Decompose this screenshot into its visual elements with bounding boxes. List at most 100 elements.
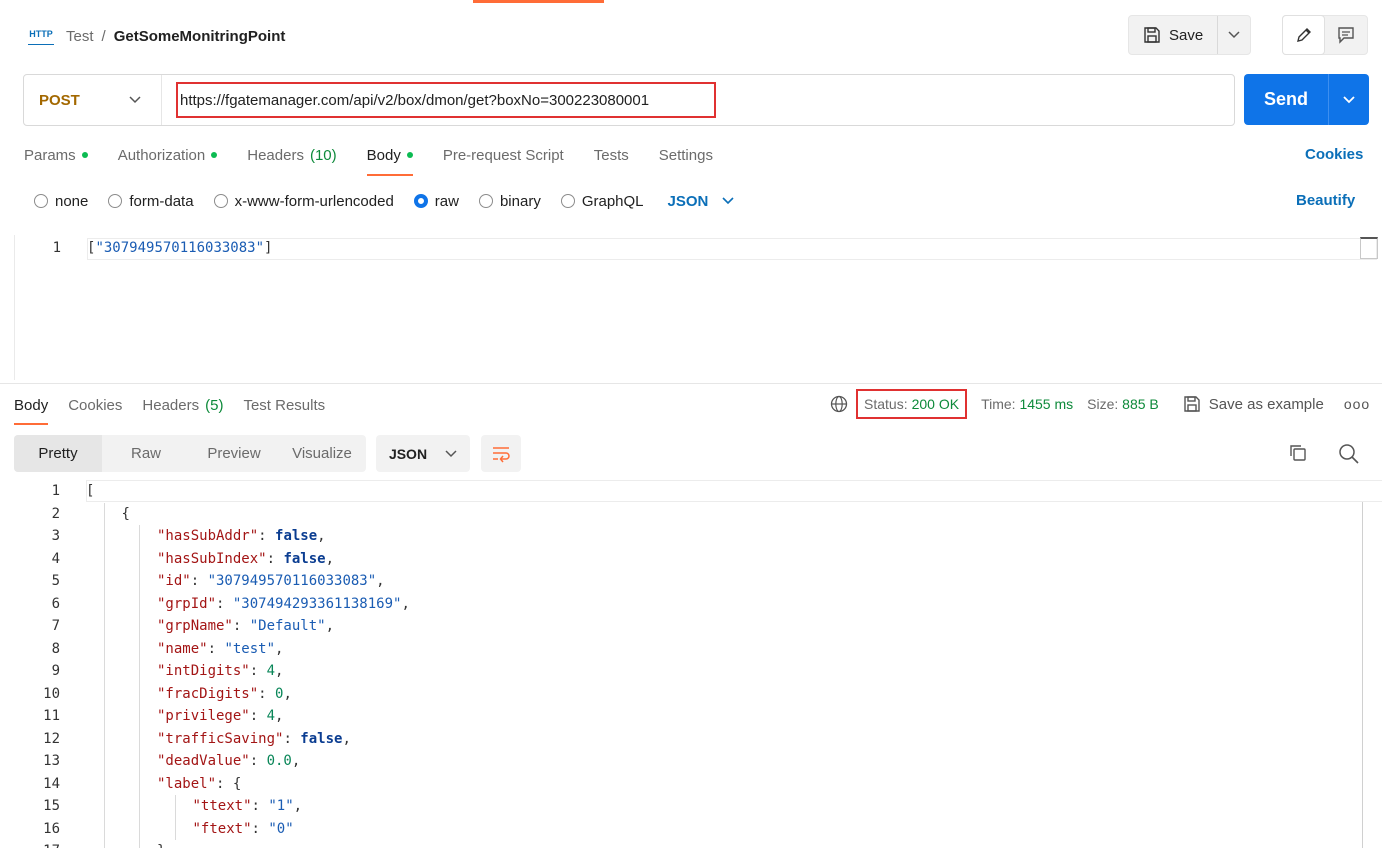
json-key: "name": [157, 640, 208, 657]
response-body-viewer[interactable]: 1[2{3 "hasSubAddr": false, 4 "hasSubIndex":…: [14, 478, 1382, 848]
method-select[interactable]: POST: [24, 75, 162, 125]
url-input[interactable]: https://fgatemanager.com/api/v2/box/dmon…: [176, 82, 716, 118]
body-type-graphql[interactable]: GraphQL: [560, 193, 644, 210]
body-type-x-www-form-urlencoded[interactable]: x-www-form-urlencoded: [213, 193, 394, 210]
radio-icon[interactable]: [478, 194, 493, 208]
json-punctuation: ,: [342, 730, 351, 747]
response-scrollbar[interactable]: [1362, 502, 1363, 848]
status-badge[interactable]: Status: 200 OK: [856, 389, 968, 419]
code-line: 1[: [14, 480, 1314, 502]
breadcrumb-separator: /: [101, 27, 106, 45]
tab-tests[interactable]: Tests: [594, 144, 629, 166]
save-options-dropdown[interactable]: [1217, 16, 1249, 54]
tab-label: Test Results: [243, 396, 326, 414]
time-label: Time:: [981, 396, 1016, 412]
json-punctuation: ,: [401, 595, 410, 612]
radio-icon[interactable]: [213, 194, 228, 208]
method-label: POST: [39, 91, 80, 109]
code-text: "grpId": "307494293361138169",: [157, 593, 410, 615]
send-options-dropdown[interactable]: [1329, 74, 1369, 125]
json-punctuation: :: [249, 753, 267, 769]
response-view-selector: Pretty Raw Preview Visualize: [14, 435, 366, 472]
edit-mode-button[interactable]: [1283, 16, 1324, 54]
copy-icon: [1290, 445, 1306, 461]
json-number: 4: [266, 663, 276, 679]
globe-icon[interactable]: [830, 395, 848, 413]
code-text: },: [157, 840, 174, 848]
tab-label: Pre-request Script: [442, 146, 564, 164]
more-options-icon[interactable]: ooo: [1344, 396, 1370, 412]
active-tab-indicator: [473, 0, 604, 3]
response-tab-test-results[interactable]: Test Results: [243, 394, 325, 416]
code-text: "ttext": "1",: [193, 795, 303, 817]
view-raw[interactable]: Raw: [102, 435, 190, 472]
cookies-link[interactable]: Cookies: [1305, 144, 1363, 166]
request-title[interactable]: GetSomeMonitringPoint: [114, 28, 286, 45]
response-tab-cookies[interactable]: Cookies: [68, 394, 122, 416]
tab-settings[interactable]: Settings: [659, 144, 713, 166]
request-tabs: Params Authorization Headers (10) Body Pre-re…: [24, 144, 743, 176]
body-language-select[interactable]: JSON: [668, 193, 735, 210]
comments-button[interactable]: [1324, 16, 1367, 54]
tab-label: Authorization: [117, 146, 206, 164]
response-tab-headers[interactable]: Headers (5): [142, 394, 223, 416]
pane-divider[interactable]: [0, 383, 1382, 384]
radio-icon[interactable]: [560, 194, 575, 208]
json-key: "grpName": [157, 618, 233, 634]
json-punctuation: :: [249, 708, 267, 724]
body-type-raw[interactable]: raw: [413, 193, 459, 210]
save-as-example-button[interactable]: Save as example: [1183, 395, 1324, 413]
view-visualize[interactable]: Visualize: [278, 435, 366, 472]
code-line: 10 "fracDigits": 0,: [14, 683, 1314, 705]
tab-headers[interactable]: Headers (10): [247, 144, 336, 166]
code-line: 8 "name": "test",: [14, 638, 1314, 660]
breadcrumb-collection[interactable]: Test: [66, 28, 94, 45]
chevron-down-icon: [1228, 31, 1240, 39]
search-response-button[interactable]: [1338, 443, 1360, 468]
code-text: [: [86, 480, 94, 502]
json-string: "307949570116033083": [207, 573, 377, 589]
chevron-down-icon: [1343, 95, 1355, 103]
json-key: "deadValue": [157, 753, 250, 769]
tab-authorization[interactable]: Authorization: [118, 144, 218, 166]
request-body-editor[interactable]: 1 ["307949570116033083"]: [14, 235, 1382, 380]
tab-pre-request-script[interactable]: Pre-request Script: [443, 144, 564, 166]
radio-icon[interactable]: [108, 194, 123, 208]
beautify-button[interactable]: Beautify: [1296, 190, 1355, 212]
view-mode-toggle: [1282, 15, 1368, 55]
response-size[interactable]: Size: 885 B: [1087, 396, 1159, 412]
body-type-binary[interactable]: binary: [478, 193, 541, 210]
tab-label: Headers: [142, 396, 200, 414]
radio-icon[interactable]: [34, 194, 48, 208]
save-button[interactable]: Save: [1129, 16, 1217, 54]
view-preview[interactable]: Preview: [190, 435, 278, 472]
body-type-none[interactable]: none: [34, 193, 88, 210]
json-punctuation: ,: [325, 550, 335, 567]
status-dot-icon: [406, 152, 413, 158]
body-type-form-data[interactable]: form-data: [108, 193, 194, 210]
response-tab-body[interactable]: Body: [14, 394, 49, 425]
json-string: "Default": [249, 618, 326, 634]
tab-body[interactable]: Body: [366, 144, 414, 176]
pencil-icon: [1296, 28, 1311, 42]
tab-count: (5): [205, 396, 224, 414]
tab-params[interactable]: Params: [24, 144, 88, 166]
wrap-lines-icon: [493, 446, 510, 462]
editor-scrollbar[interactable]: [1360, 237, 1378, 259]
view-pretty[interactable]: Pretty: [14, 435, 102, 472]
wrap-lines-button[interactable]: [481, 435, 521, 472]
send-button[interactable]: Send: [1244, 74, 1329, 125]
copy-response-button[interactable]: [1288, 443, 1308, 466]
radio-icon[interactable]: [413, 194, 428, 208]
json-key: "ftext": [192, 820, 252, 837]
code-text: "intDigits": 4,: [157, 660, 283, 682]
save-icon: [1184, 396, 1200, 412]
search-icon: [1339, 444, 1359, 464]
code-text: "hasSubAddr": false,: [157, 525, 326, 547]
json-boolean: false: [275, 528, 318, 544]
response-time[interactable]: Time: 1455 ms: [981, 396, 1073, 412]
indent-guide: [139, 525, 141, 848]
json-punctuation: :: [283, 730, 301, 747]
response-format-select[interactable]: JSON: [376, 435, 470, 472]
json-string: "1": [268, 798, 294, 814]
